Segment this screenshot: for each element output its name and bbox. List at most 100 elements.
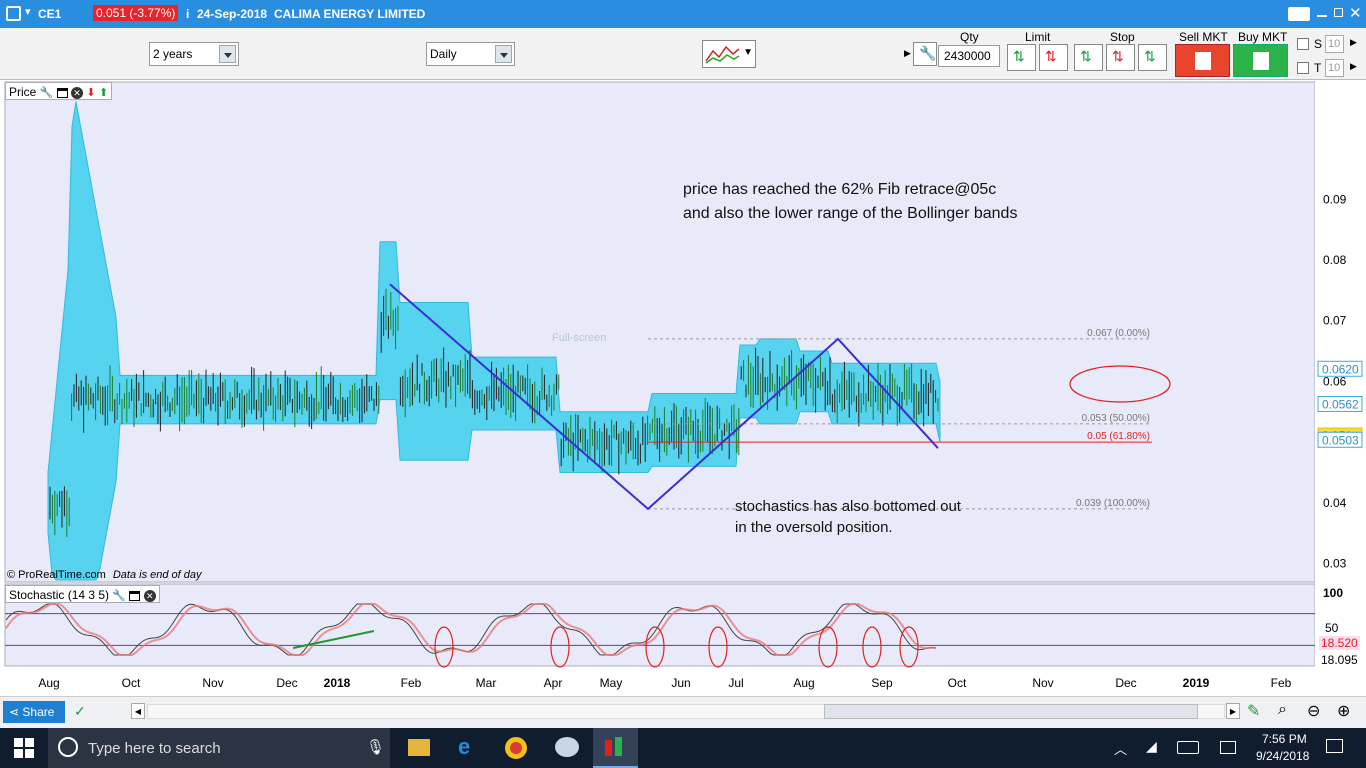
price-tick-label: 0.08 bbox=[1323, 253, 1347, 267]
minimize-button[interactable] bbox=[1317, 15, 1327, 17]
s-value-input[interactable]: 10 bbox=[1325, 35, 1344, 53]
t-arrow-icon[interactable]: ▶ bbox=[1350, 61, 1357, 72]
sell-mkt-label: Sell MKT bbox=[1179, 30, 1228, 44]
s-arrow-icon[interactable]: ▶ bbox=[1350, 37, 1357, 48]
fib-label: 0.053 (50.00%) bbox=[1082, 413, 1150, 424]
price-tick-label: 0.09 bbox=[1323, 192, 1347, 206]
stochastic-label: Stochastic (14 3 5) bbox=[9, 588, 110, 602]
price-panel-label: Price bbox=[9, 85, 37, 99]
microphone-icon[interactable]: 🎙 bbox=[366, 738, 385, 756]
stop-buy-button[interactable]: ⇅ bbox=[1074, 44, 1103, 71]
t-checkbox[interactable] bbox=[1297, 62, 1309, 74]
keyboard-icon[interactable] bbox=[1177, 741, 1199, 754]
s-checkbox[interactable] bbox=[1297, 38, 1309, 50]
file-explorer-icon[interactable] bbox=[408, 739, 430, 756]
s-label: S bbox=[1314, 37, 1323, 51]
chart-area[interactable]: 0.067 (0.00%) 0.053 (50.00%) 0.05 (61.80%)… bbox=[0, 80, 1366, 696]
stop-mid-button[interactable]: ⇅ bbox=[1106, 44, 1135, 71]
window-icon[interactable] bbox=[129, 590, 141, 601]
qty-input[interactable]: 2430000 bbox=[938, 45, 1000, 67]
company-label: CALIMA ENERGY LIMITED bbox=[274, 7, 426, 21]
limit-sell-button[interactable]: ⇅ bbox=[1039, 44, 1068, 71]
period-value: 2 years bbox=[153, 47, 193, 61]
chart-type-button[interactable]: ▼ bbox=[702, 40, 756, 68]
month-label: 2018 bbox=[324, 676, 351, 690]
interval-value: Daily bbox=[430, 47, 457, 61]
move-down-icon[interactable]: ⬇ bbox=[86, 87, 95, 99]
chrome-icon[interactable] bbox=[505, 737, 527, 759]
chart-canvas[interactable]: 0.067 (0.00%) 0.053 (50.00%) 0.05 (61.80%)… bbox=[0, 80, 1366, 696]
taskbar-search-box[interactable]: Type here to search 🎙 bbox=[48, 728, 390, 768]
interval-select[interactable]: Daily bbox=[426, 42, 515, 66]
order-mid-icon: ⇅ bbox=[1112, 48, 1124, 64]
stoch-tick-100: 100 bbox=[1323, 586, 1344, 600]
share-button[interactable]: ⋖ Share bbox=[3, 701, 65, 723]
price-tag-label: 0.0503 bbox=[1322, 433, 1359, 447]
month-label: Mar bbox=[476, 676, 497, 690]
clock-time: 7:56 PM bbox=[1262, 732, 1307, 746]
annotation-fib-line2: and also the lower range of the Bollinge… bbox=[683, 205, 1018, 222]
tools-icon[interactable]: ✓ bbox=[74, 703, 86, 720]
order-down-icon: ⇅ bbox=[1045, 48, 1057, 64]
wrench-icon: 🔧 bbox=[919, 45, 937, 61]
sell-market-button[interactable] bbox=[1175, 44, 1230, 77]
fib-label: 0.05 (61.80%) bbox=[1087, 431, 1150, 442]
move-up-icon[interactable]: ⬆ bbox=[99, 87, 108, 99]
chart-toolbar: 2 years Daily ▼ ▶ 🔧 Qty 2430000 Limit ⇅ … bbox=[0, 28, 1366, 80]
close-icon[interactable]: ✕ bbox=[71, 86, 84, 99]
limit-buy-button[interactable]: ⇅ bbox=[1007, 44, 1036, 71]
period-select[interactable]: 2 years bbox=[149, 42, 239, 66]
draw-tools-icon[interactable]: ✎ bbox=[1247, 701, 1260, 721]
buy-icon bbox=[1253, 52, 1269, 70]
wrench-icon[interactable]: 🔧 bbox=[112, 590, 126, 602]
month-label: Oct bbox=[122, 676, 141, 690]
close-button[interactable]: ✕ bbox=[1349, 4, 1362, 22]
buy-market-button[interactable] bbox=[1233, 44, 1288, 77]
month-label: Jun bbox=[671, 676, 690, 690]
share-icon: ⋖ bbox=[9, 705, 20, 719]
close-icon[interactable]: ✕ bbox=[143, 589, 156, 602]
scroll-thumb[interactable] bbox=[824, 704, 1198, 719]
zoom-out-icon[interactable]: ⊖ bbox=[1307, 701, 1320, 721]
fib-label: 0.039 (100.00%) bbox=[1076, 498, 1150, 509]
stop-sell-button[interactable]: ⇅ bbox=[1138, 44, 1167, 71]
share-label: Share bbox=[22, 705, 55, 719]
taskview-icon[interactable] bbox=[1220, 741, 1236, 754]
chart-type-icon bbox=[705, 45, 740, 64]
bar-green-icon bbox=[615, 737, 622, 756]
stoch-tick-50: 50 bbox=[1325, 621, 1339, 635]
paint-icon[interactable] bbox=[555, 737, 579, 757]
scroll-left-button[interactable]: ◀ bbox=[131, 703, 145, 719]
qty-label: Qty bbox=[960, 30, 979, 44]
dropdown-icon[interactable]: ▾ bbox=[25, 5, 31, 18]
buy-mkt-label: Buy MKT bbox=[1238, 30, 1288, 44]
price-panel-header: Price 🔧 ✕ ⬇ ⬆ bbox=[5, 82, 113, 100]
edge-icon[interactable]: e bbox=[458, 734, 470, 760]
symbol-label: CE1 bbox=[38, 7, 62, 21]
windows-start-icon[interactable] bbox=[14, 738, 34, 758]
notification-icon[interactable] bbox=[1326, 739, 1343, 753]
network-icon[interactable]: ◢ bbox=[1146, 738, 1157, 755]
order-up-icon: ⇅ bbox=[1013, 48, 1025, 64]
price-tick-label: 0.03 bbox=[1323, 557, 1347, 571]
bar-red-icon bbox=[605, 740, 612, 756]
stoch-d-tag: 18.095 bbox=[1319, 653, 1360, 667]
zoom-fit-icon[interactable]: ⌕ bbox=[1278, 701, 1287, 719]
prorealtime-taskbar-icon[interactable] bbox=[593, 728, 638, 768]
chevron-up-icon[interactable]: ︿ bbox=[1114, 739, 1127, 758]
maximize-button[interactable] bbox=[1334, 8, 1343, 17]
zoom-in-icon[interactable]: ⊕ bbox=[1337, 701, 1350, 721]
month-label: Feb bbox=[1271, 676, 1292, 690]
scroll-right-button[interactable]: ▶ bbox=[1226, 703, 1240, 719]
info-icon[interactable]: i bbox=[186, 7, 189, 21]
app-icon[interactable] bbox=[6, 6, 21, 21]
annotation-stoch-line1: stochastics has also bottomed out bbox=[735, 498, 961, 515]
t-value-input[interactable]: 10 bbox=[1325, 59, 1344, 77]
wrench-button[interactable]: 🔧 bbox=[913, 42, 937, 66]
window-icon[interactable] bbox=[56, 87, 68, 98]
collapse-arrow-icon[interactable]: ▶ bbox=[904, 48, 911, 59]
keyboard-icon[interactable] bbox=[1288, 7, 1310, 21]
chevron-down-icon bbox=[495, 45, 512, 63]
copyright-text: © ProRealTime.com bbox=[7, 569, 106, 581]
wrench-icon[interactable]: 🔧 bbox=[40, 87, 54, 99]
